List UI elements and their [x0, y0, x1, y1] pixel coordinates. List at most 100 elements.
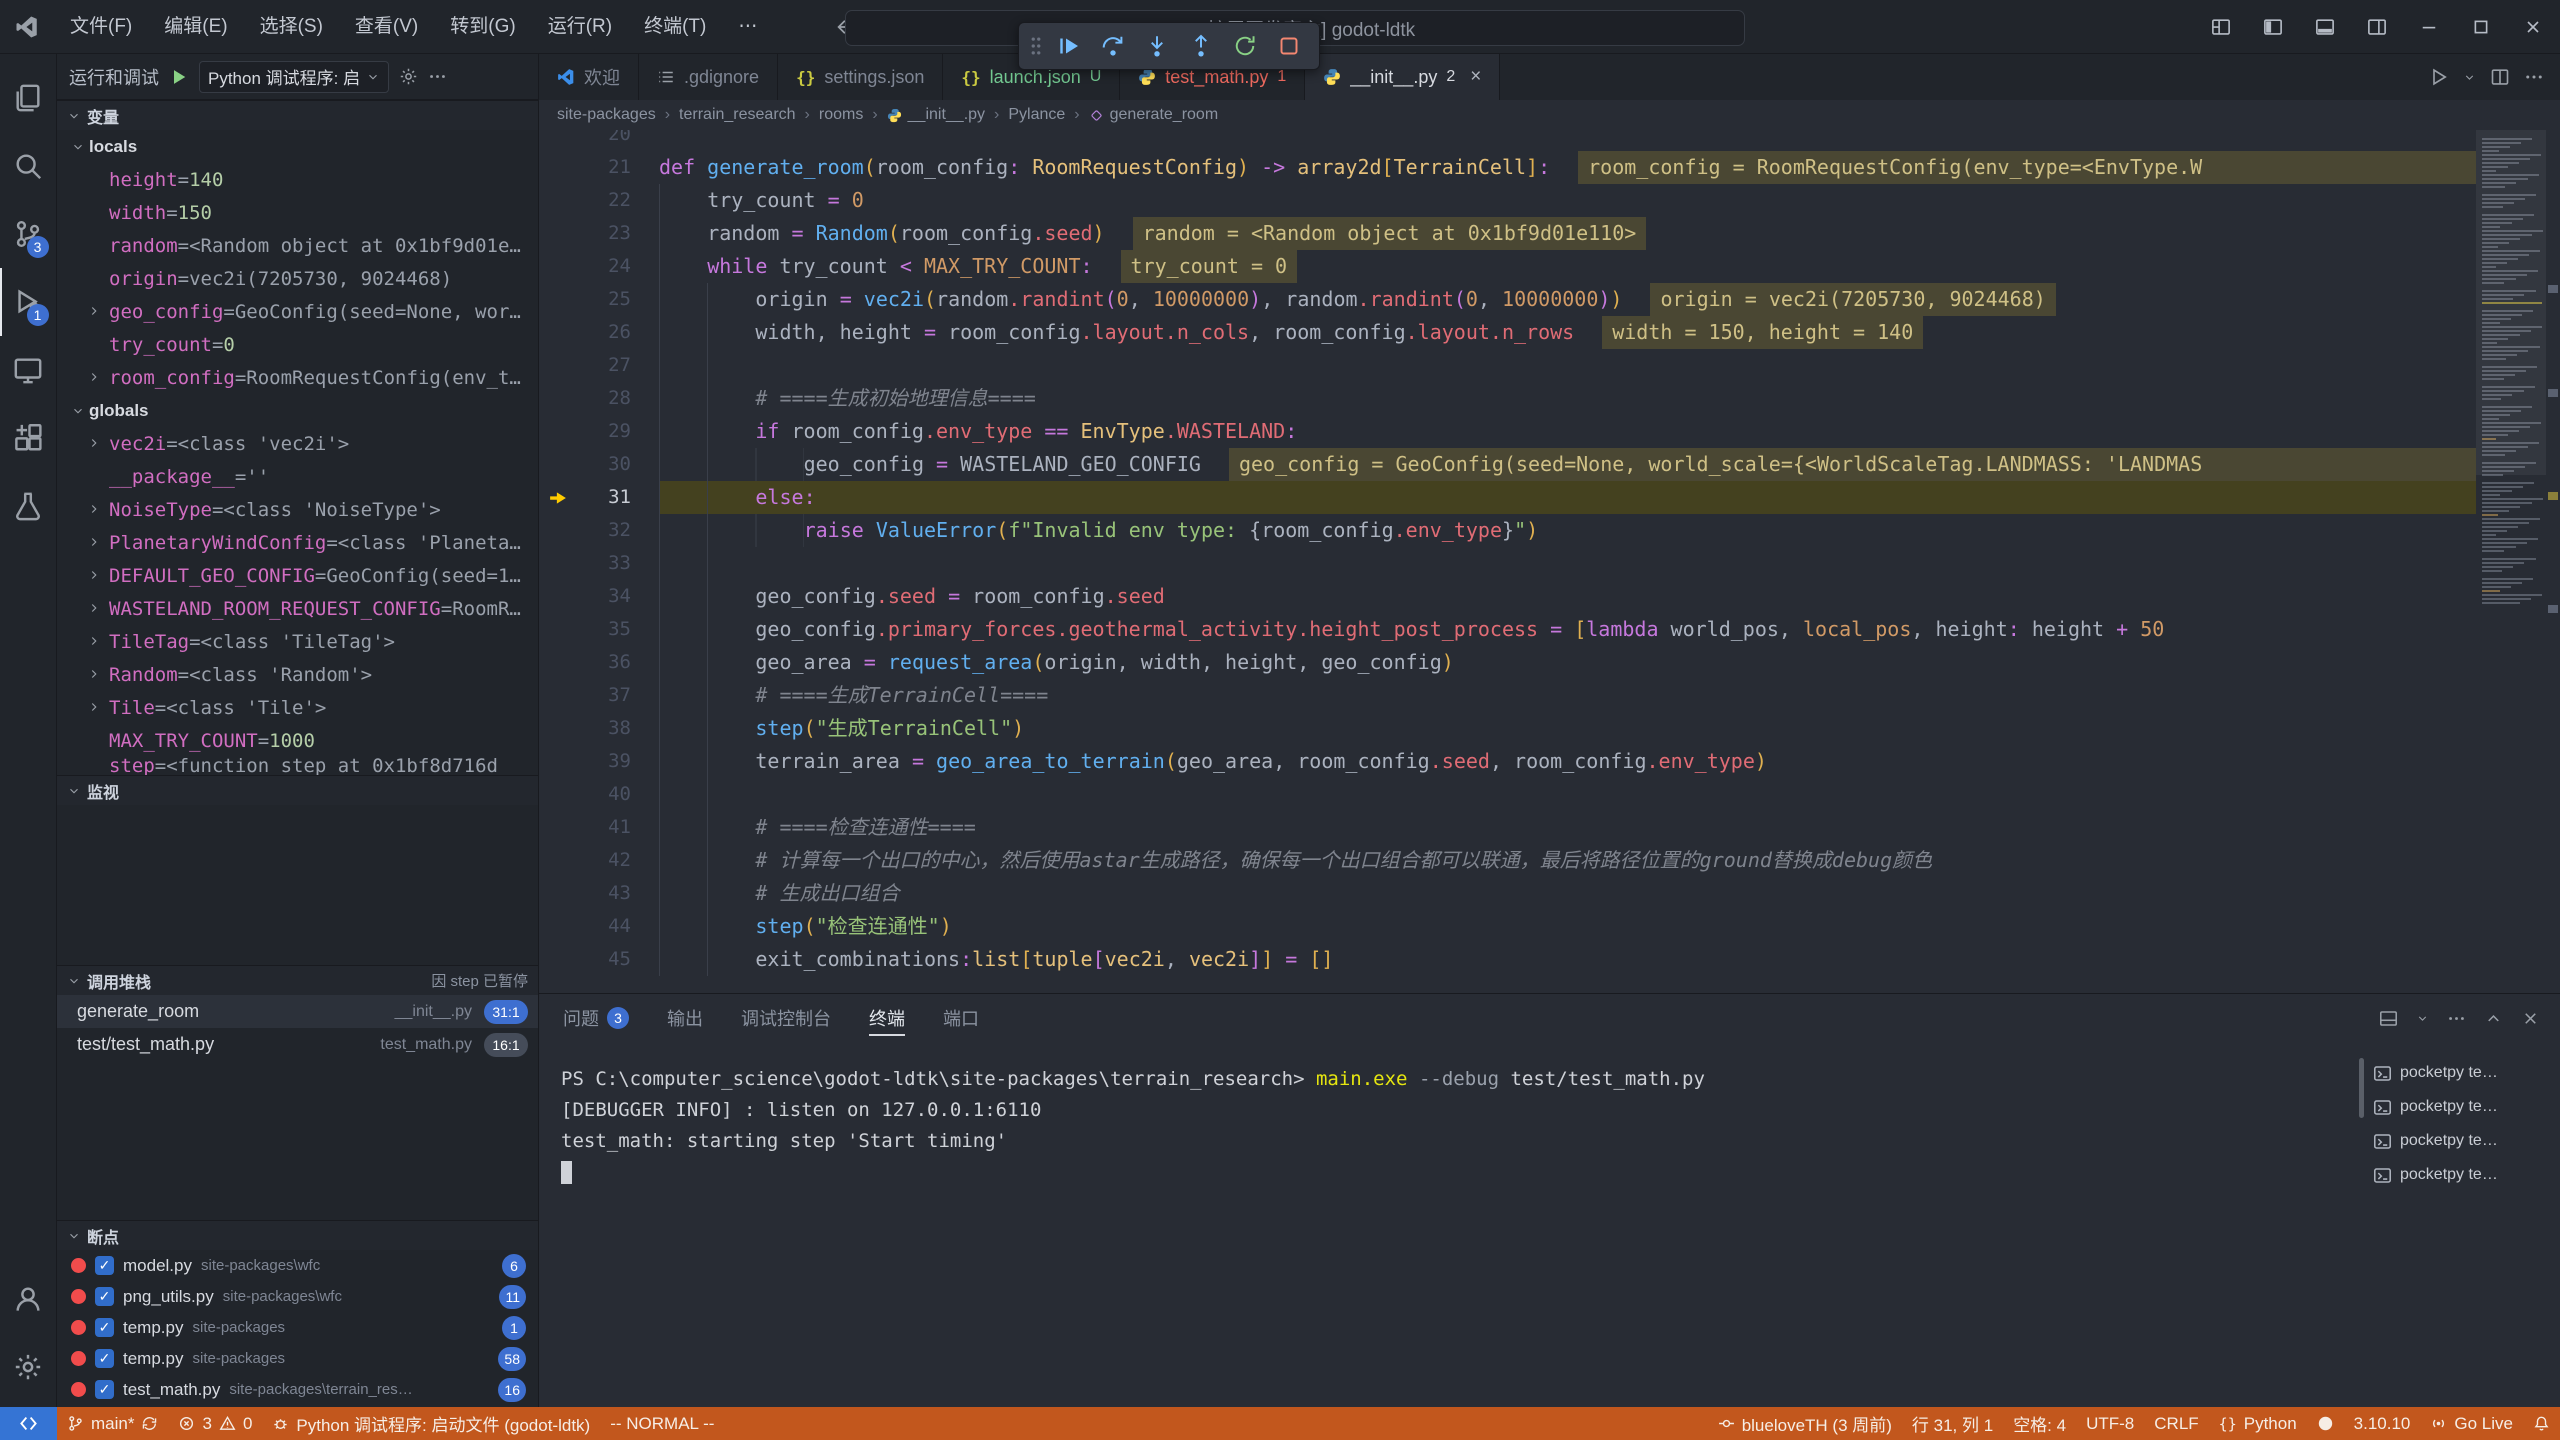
statusbar-github[interactable] — [2307, 1407, 2344, 1440]
gutter[interactable]: 28 — [539, 382, 659, 415]
variable-row[interactable]: width = 150 — [57, 196, 538, 229]
menu-查看(V)[interactable]: 查看(V) — [339, 7, 434, 47]
variable-row[interactable]: try_count = 0 — [57, 328, 538, 361]
code-content[interactable]: 2021def generate_room(room_config: RoomR… — [539, 130, 2476, 976]
code-line-30[interactable]: 30geo_config = WASTELAND_GEO_CONFIGgeo_c… — [539, 448, 2476, 481]
terminal-instance[interactable]: pocketpy te… — [2367, 1090, 2552, 1124]
terminal-output[interactable]: PS C:\computer_science\godot-ldtk\site-p… — [561, 1064, 2350, 1401]
statusbar-indentation[interactable]: 空格: 4 — [2003, 1407, 2076, 1440]
variable-row[interactable]: step = <function step at 0x1bf8d716d — [57, 757, 538, 775]
terminal-instance[interactable]: pocketpy te… — [2367, 1056, 2552, 1090]
variable-row[interactable]: WASTELAND_ROOM_REQUEST_CONFIG = RoomR… — [57, 592, 538, 625]
code-line-42[interactable]: 42# 计算每一个出口的中心，然后使用astar生成路径，确保每一个出口组合都可… — [539, 844, 2476, 877]
gutter[interactable]: 20 — [539, 130, 659, 151]
gutter[interactable]: 37 — [539, 679, 659, 712]
variable-row[interactable]: Tile = <class 'Tile'> — [57, 691, 538, 724]
breakpoint-row[interactable]: ✓test_math.pysite-packages\terrain_res…1… — [57, 1374, 538, 1405]
run-dropdown-icon[interactable] — [2463, 71, 2476, 84]
gutter[interactable]: 38 — [539, 712, 659, 745]
debug-step-over-button[interactable] — [1093, 26, 1133, 66]
breakpoint-row[interactable]: ✓model.pysite-packages\wfc6 — [57, 1250, 538, 1281]
breakpoint-checkbox[interactable]: ✓ — [95, 1318, 114, 1337]
code-line-27[interactable]: 27 — [539, 349, 2476, 382]
gutter[interactable]: 44 — [539, 910, 659, 943]
statusbar-notifications[interactable] — [2523, 1407, 2560, 1440]
code-line-43[interactable]: 43# 生成出口组合 — [539, 877, 2476, 910]
sidebar-item-settings[interactable] — [0, 1333, 57, 1401]
breadcrumb-item[interactable]: terrain_research — [679, 106, 796, 124]
code-line-35[interactable]: 35geo_config.primary_forces.geothermal_a… — [539, 613, 2476, 646]
variable-row[interactable]: Random = <class 'Random'> — [57, 658, 538, 691]
code-line-26[interactable]: 26width, height = room_config.layout.n_c… — [539, 316, 2476, 349]
gutter[interactable]: 43 — [539, 877, 659, 910]
variable-group-globals[interactable]: globals — [57, 394, 538, 427]
variables-section-header[interactable]: 变量 — [57, 100, 538, 130]
breakpoint-checkbox[interactable]: ✓ — [95, 1287, 114, 1306]
code-line-24[interactable]: 24while try_count < MAX_TRY_COUNT:try_co… — [539, 250, 2476, 283]
terminal-instance[interactable]: pocketpy te… — [2367, 1124, 2552, 1158]
panel-layout-icon[interactable] — [2379, 1009, 2398, 1028]
gutter[interactable]: 40 — [539, 778, 659, 811]
code-line-44[interactable]: 44step("检查连通性") — [539, 910, 2476, 943]
tab-settings.json[interactable]: {}settings.json — [778, 54, 943, 100]
variable-row[interactable]: vec2i = <class 'vec2i'> — [57, 427, 538, 460]
window-minimize-icon[interactable] — [2406, 7, 2452, 47]
panel-layout-dropdown-icon[interactable] — [2416, 1012, 2429, 1025]
terminal-scrollbar[interactable] — [2359, 1058, 2364, 1118]
code-line-20[interactable]: 20 — [539, 130, 2476, 151]
gutter[interactable]: 22 — [539, 184, 659, 217]
minimap[interactable] — [2476, 130, 2546, 993]
breakpoint-row[interactable]: ✓png_utils.pysite-packages\wfc11 — [57, 1281, 538, 1312]
callstack-section-header[interactable]: 调用堆栈 因 step 已暂停 — [57, 965, 538, 995]
breadcrumb-item[interactable]: site-packages — [557, 106, 656, 124]
close-icon[interactable]: × — [1470, 66, 1481, 88]
code-line-38[interactable]: 38step("生成TerrainCell") — [539, 712, 2476, 745]
variable-row[interactable]: origin = vec2i(7205730, 9024468) — [57, 262, 538, 295]
gutter[interactable]: 42 — [539, 844, 659, 877]
code-line-28[interactable]: 28# ====生成初始地理信息==== — [539, 382, 2476, 415]
variable-row[interactable]: height = 140 — [57, 163, 538, 196]
breakpoints-section-header[interactable]: 断点 — [57, 1220, 538, 1250]
panel-tab-问题[interactable]: 问题3 — [563, 994, 629, 1042]
gutter[interactable]: 25 — [539, 283, 659, 316]
code-line-33[interactable]: 33 — [539, 547, 2476, 580]
sidebar-item-remote-explorer[interactable] — [0, 336, 57, 404]
window-maximize-icon[interactable] — [2458, 7, 2504, 47]
toggle-secondary-sidebar-icon[interactable] — [2354, 7, 2400, 47]
breakpoint-row[interactable]: ✓temp.pysite-packages1 — [57, 1312, 538, 1343]
menu-运行(R)[interactable]: 运行(R) — [532, 7, 628, 47]
code-line-40[interactable]: 40 — [539, 778, 2476, 811]
gutter[interactable]: 33 — [539, 547, 659, 580]
sidebar-item-account[interactable] — [0, 1265, 57, 1333]
more-actions-icon[interactable] — [428, 67, 447, 86]
panel-tab-端口[interactable]: 端口 — [943, 994, 979, 1042]
tab-欢迎[interactable]: 欢迎 — [539, 54, 639, 100]
sidebar-item-source-control[interactable]: 3 — [0, 200, 57, 268]
debug-config-dropdown[interactable]: Python 调试程序: 启 — [199, 61, 389, 93]
code-line-32[interactable]: 32raise ValueError(f"Invalid env type: {… — [539, 514, 2476, 547]
variable-group-locals[interactable]: locals — [57, 130, 538, 163]
breadcrumb-item[interactable]: __init__.py — [887, 106, 985, 124]
code-line-22[interactable]: 22try_count = 0 — [539, 184, 2476, 217]
variable-row[interactable]: room_config = RoomRequestConfig(env_t… — [57, 361, 538, 394]
gutter[interactable]: 23 — [539, 217, 659, 250]
statusbar-cursor-position[interactable]: 行 31, 列 1 — [1902, 1407, 2003, 1440]
gutter[interactable]: 45 — [539, 943, 659, 976]
watch-section-header[interactable]: 监视 — [57, 775, 538, 805]
variable-row[interactable]: DEFAULT_GEO_CONFIG = GeoConfig(seed=1… — [57, 559, 538, 592]
code-line-34[interactable]: 34geo_config.seed = room_config.seed — [539, 580, 2476, 613]
variable-row[interactable]: MAX_TRY_COUNT = 1000 — [57, 724, 538, 757]
more-actions-icon[interactable] — [2524, 67, 2544, 87]
code-editor[interactable]: 2021def generate_room(room_config: RoomR… — [539, 130, 2560, 993]
gutter[interactable]: 34 — [539, 580, 659, 613]
breakpoint-checkbox[interactable]: ✓ — [95, 1256, 114, 1275]
gutter[interactable]: 21 — [539, 151, 659, 184]
gutter[interactable]: 29 — [539, 415, 659, 448]
code-line-31[interactable]: 31else: — [539, 481, 2476, 514]
menu-选择(S)[interactable]: 选择(S) — [244, 7, 339, 47]
breadcrumb-item[interactable]: Pylance — [1008, 106, 1065, 124]
code-line-23[interactable]: 23random = Random(room_config.seed)rando… — [539, 217, 2476, 250]
statusbar-python-version[interactable]: 3.10.10 — [2344, 1407, 2421, 1440]
more-actions-icon[interactable] — [2447, 1009, 2466, 1028]
sidebar-item-run-debug[interactable]: 1 — [0, 268, 57, 336]
